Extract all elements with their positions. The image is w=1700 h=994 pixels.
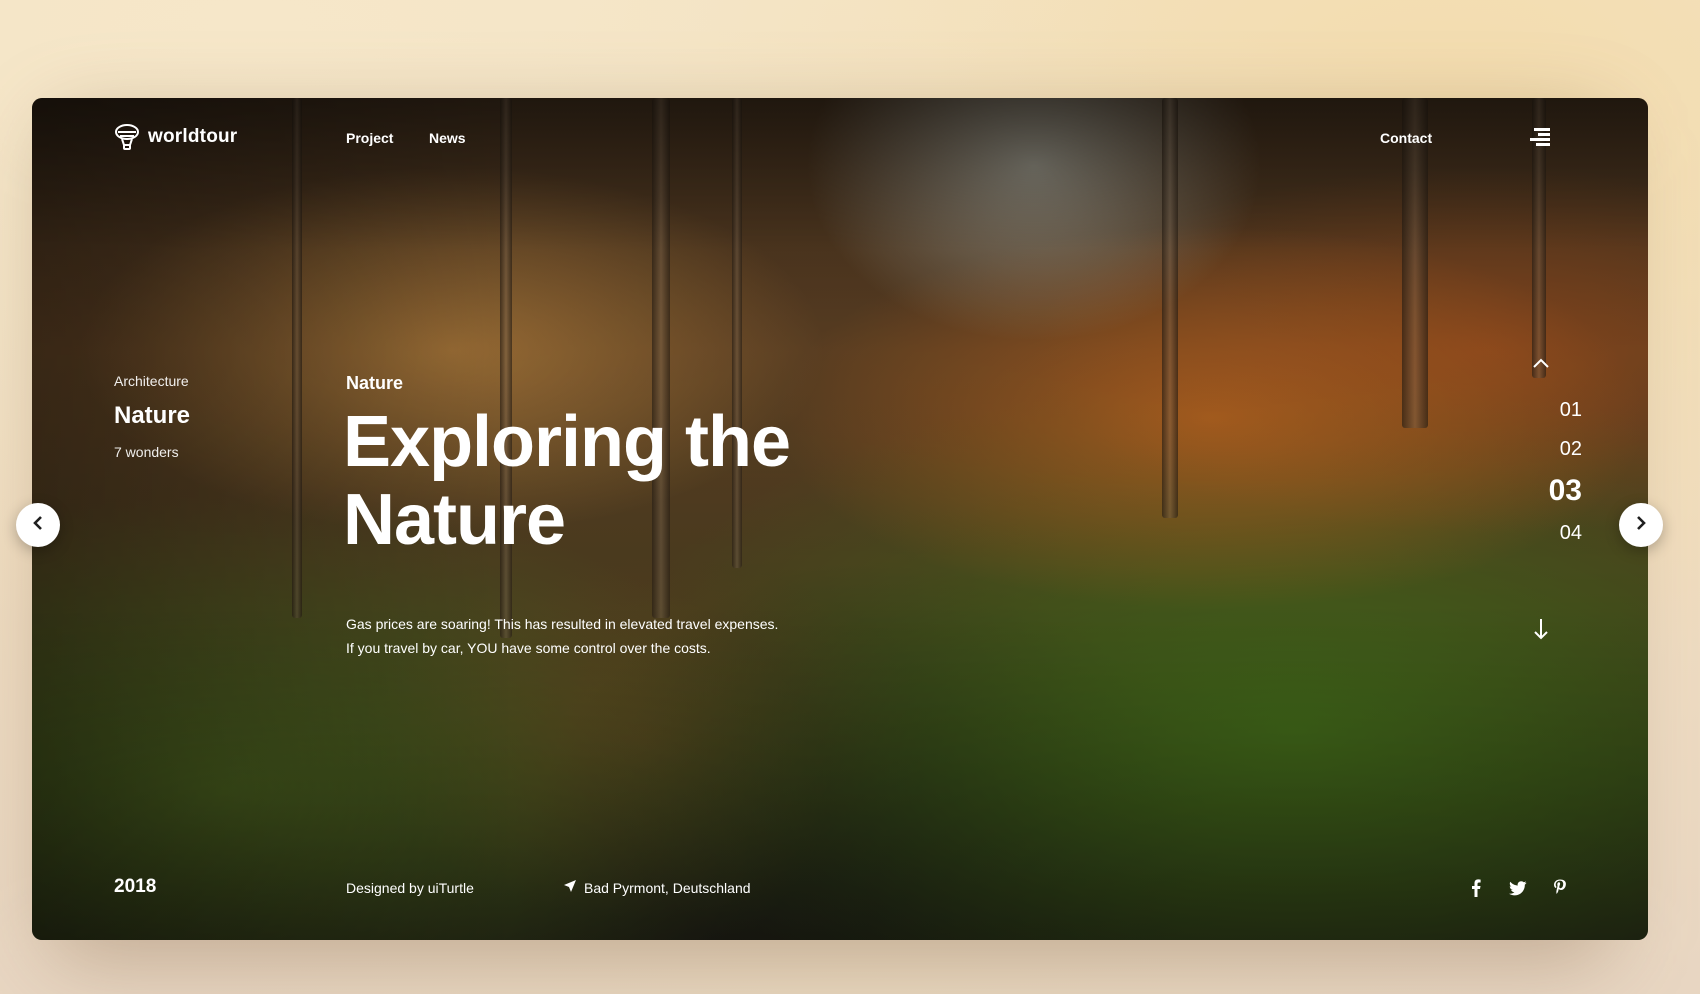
side-subtitle: 7 wonders <box>114 444 179 460</box>
year-label: 2018 <box>114 876 157 897</box>
hero-title: Exploring the Nature <box>343 403 1043 559</box>
facebook-icon[interactable] <box>1464 876 1488 900</box>
side-title[interactable]: Nature <box>114 402 190 430</box>
twitter-icon[interactable] <box>1506 876 1530 900</box>
hero-card: worldtour Project News Contact Architect… <box>32 98 1648 940</box>
hero-title-line: Exploring the <box>343 402 791 482</box>
pinterest-icon[interactable] <box>1548 876 1572 900</box>
brand-name: worldtour <box>148 126 238 147</box>
hero-description: Gas prices are soaring! This has resulte… <box>346 612 866 660</box>
side-category-info: Architecture Nature 7 wonders <box>114 373 190 460</box>
pager-item-01[interactable]: 01 <box>1560 399 1582 422</box>
brand-logo[interactable]: worldtour <box>114 123 237 151</box>
location-text: Bad Pyrmont, Deutschland <box>584 879 751 896</box>
pager-item-03[interactable]: 03 <box>1549 474 1582 508</box>
nav-contact[interactable]: Contact <box>1380 130 1432 146</box>
pager-item-02[interactable]: 02 <box>1560 438 1582 461</box>
side-category[interactable]: Architecture <box>114 373 190 389</box>
location-arrow-icon <box>563 879 577 896</box>
location: Bad Pyrmont, Deutschland <box>563 879 751 896</box>
pager-item-04[interactable]: 04 <box>1560 522 1582 545</box>
hero-desc-line: Gas prices are soaring! This has resulte… <box>346 616 779 632</box>
hero-kicker: Nature <box>346 373 404 393</box>
balloon-icon <box>114 123 140 151</box>
hero-desc-line: If you travel by car, YOU have some cont… <box>346 640 711 656</box>
social-links <box>1464 876 1572 900</box>
nav-news[interactable]: News <box>429 130 466 146</box>
next-slide-button[interactable] <box>1619 503 1663 547</box>
hamburger-menu-icon[interactable] <box>1530 128 1550 151</box>
nav-project[interactable]: Project <box>346 130 393 146</box>
designed-by[interactable]: Designed by uiTurtle <box>346 880 474 896</box>
chevron-left-icon <box>32 515 44 536</box>
arrow-down-icon[interactable] <box>1532 617 1550 646</box>
chevron-right-icon <box>1635 515 1647 536</box>
prev-slide-button[interactable] <box>16 503 60 547</box>
slide-pager: 01 02 03 04 <box>1502 353 1582 553</box>
hero-title-line: Nature <box>343 480 566 560</box>
